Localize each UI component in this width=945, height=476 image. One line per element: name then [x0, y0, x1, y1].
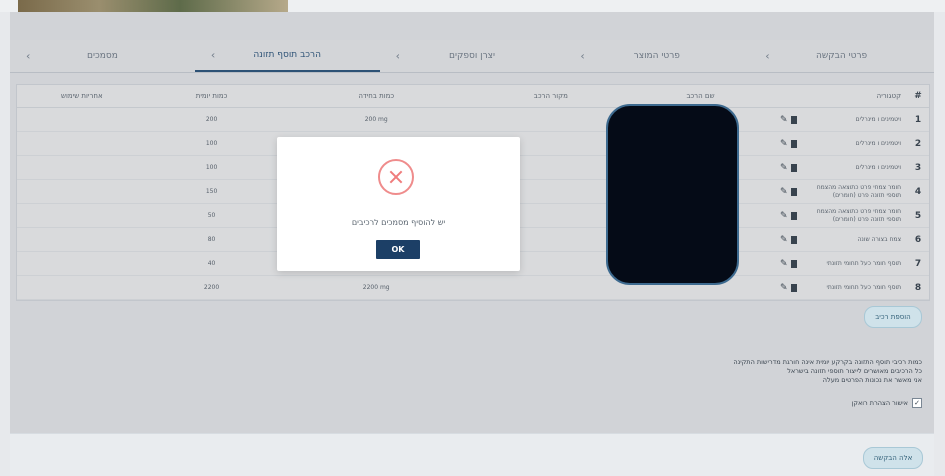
dialog-message: יש להוסיף מסמכים לרכיבים — [351, 218, 446, 227]
error-dialog: יש להוסיף מסמכים לרכיבים OK — [277, 137, 520, 271]
footer-bar — [10, 433, 934, 476]
consent-checkbox[interactable]: ✓ — [912, 398, 922, 408]
consent-label: אישור הצהרת רואקן — [851, 399, 908, 407]
declaration-text: כמות רכיבי תוסף התזונה בקרקע יומית אינה … — [733, 358, 922, 384]
add-ingredient-button[interactable]: הוספת רכיב — [864, 306, 922, 328]
redacted-region — [606, 104, 739, 285]
header-banner — [0, 0, 945, 12]
next-button[interactable]: אלה הבקשה — [863, 447, 923, 469]
consent-row: ✓ אישור הצהרת רואקן — [760, 398, 922, 408]
error-icon — [378, 159, 414, 195]
banner-image — [18, 0, 288, 12]
ok-button[interactable]: OK — [376, 240, 420, 259]
